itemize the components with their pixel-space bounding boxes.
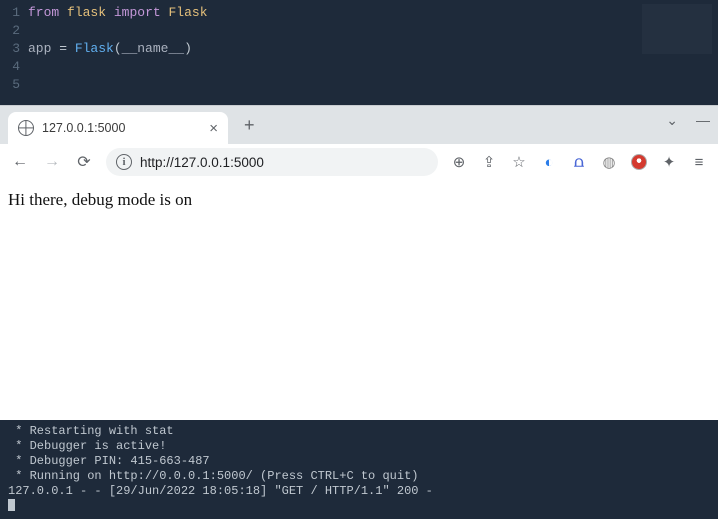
site-info-icon[interactable]: i <box>116 154 132 170</box>
code-text[interactable]: from flask import Flask <box>28 4 208 22</box>
terminal-line: * Running on http://0.0.0.1:5000/ (Press… <box>8 469 710 484</box>
line-number: 2 <box>0 22 28 40</box>
terminal-line: * Debugger PIN: 415-663-487 <box>8 454 710 469</box>
line-number: 3 <box>0 40 28 58</box>
terminal-output[interactable]: * Restarting with stat * Debugger is act… <box>0 420 718 519</box>
reload-button[interactable]: ⟳ <box>74 152 94 172</box>
code-line[interactable]: 5 <box>0 76 718 94</box>
line-number: 4 <box>0 58 28 76</box>
extension-icon-3[interactable]: ◍ <box>600 153 618 171</box>
reading-list-icon[interactable]: ≡ <box>690 153 708 171</box>
page-body-text: Hi there, debug mode is on <box>8 190 192 209</box>
code-line[interactable]: 4 <box>0 58 718 76</box>
code-editor[interactable]: 1from flask import Flask23app = Flask(__… <box>0 0 718 105</box>
zoom-icon[interactable]: ⊕ <box>450 153 468 171</box>
window-controls: ⌄ — <box>666 112 710 129</box>
window-minimize-icon[interactable]: — <box>696 112 710 129</box>
code-text[interactable]: app = Flask(__name__) <box>28 40 192 58</box>
terminal-cursor <box>8 499 15 511</box>
code-line[interactable]: 1from flask import Flask <box>0 4 718 22</box>
editor-minimap[interactable] <box>642 4 712 54</box>
code-line[interactable]: 3app = Flask(__name__) <box>0 40 718 58</box>
window-dropdown-icon[interactable]: ⌄ <box>666 112 678 129</box>
url-text: http://127.0.0.1:5000 <box>140 155 264 170</box>
back-button[interactable]: ← <box>10 153 30 171</box>
extensions-menu-icon[interactable]: ✦ <box>660 153 678 171</box>
browser-toolbar: ← → ⟳ i http://127.0.0.1:5000 ⊕ ⇪ ☆ ◐ ⩍ … <box>0 144 718 181</box>
address-bar[interactable]: i http://127.0.0.1:5000 <box>106 148 438 176</box>
tab-bar: 127.0.0.1:5000 × + ⌄ — <box>0 106 718 144</box>
page-content: Hi there, debug mode is on <box>0 180 718 420</box>
code-line[interactable]: 2 <box>0 22 718 40</box>
tab-title: 127.0.0.1:5000 <box>42 121 201 135</box>
globe-icon <box>18 120 34 136</box>
terminal-line: 127.0.0.1 - - [29/Jun/2022 18:05:18] "GE… <box>8 484 710 499</box>
bookmark-icon[interactable]: ☆ <box>510 153 528 171</box>
line-number: 1 <box>0 4 28 22</box>
new-tab-button[interactable]: + <box>238 111 261 140</box>
toolbar-right: ⊕ ⇪ ☆ ◐ ⩍ ◍ ✦ ≡ <box>450 153 708 171</box>
extension-icon-2[interactable]: ⩍ <box>570 153 588 171</box>
browser-tab-active[interactable]: 127.0.0.1:5000 × <box>8 112 228 144</box>
share-icon[interactable]: ⇪ <box>480 153 498 171</box>
tab-close-icon[interactable]: × <box>209 120 218 137</box>
extension-icon-1[interactable]: ◐ <box>540 153 558 171</box>
forward-button[interactable]: → <box>42 153 62 171</box>
terminal-line: * Restarting with stat <box>8 424 710 439</box>
line-number: 5 <box>0 76 28 94</box>
terminal-line: * Debugger is active! <box>8 439 710 454</box>
browser-chrome: 127.0.0.1:5000 × + ⌄ — ← → ⟳ i http://12… <box>0 105 718 180</box>
extension-icon-4[interactable] <box>630 153 648 171</box>
